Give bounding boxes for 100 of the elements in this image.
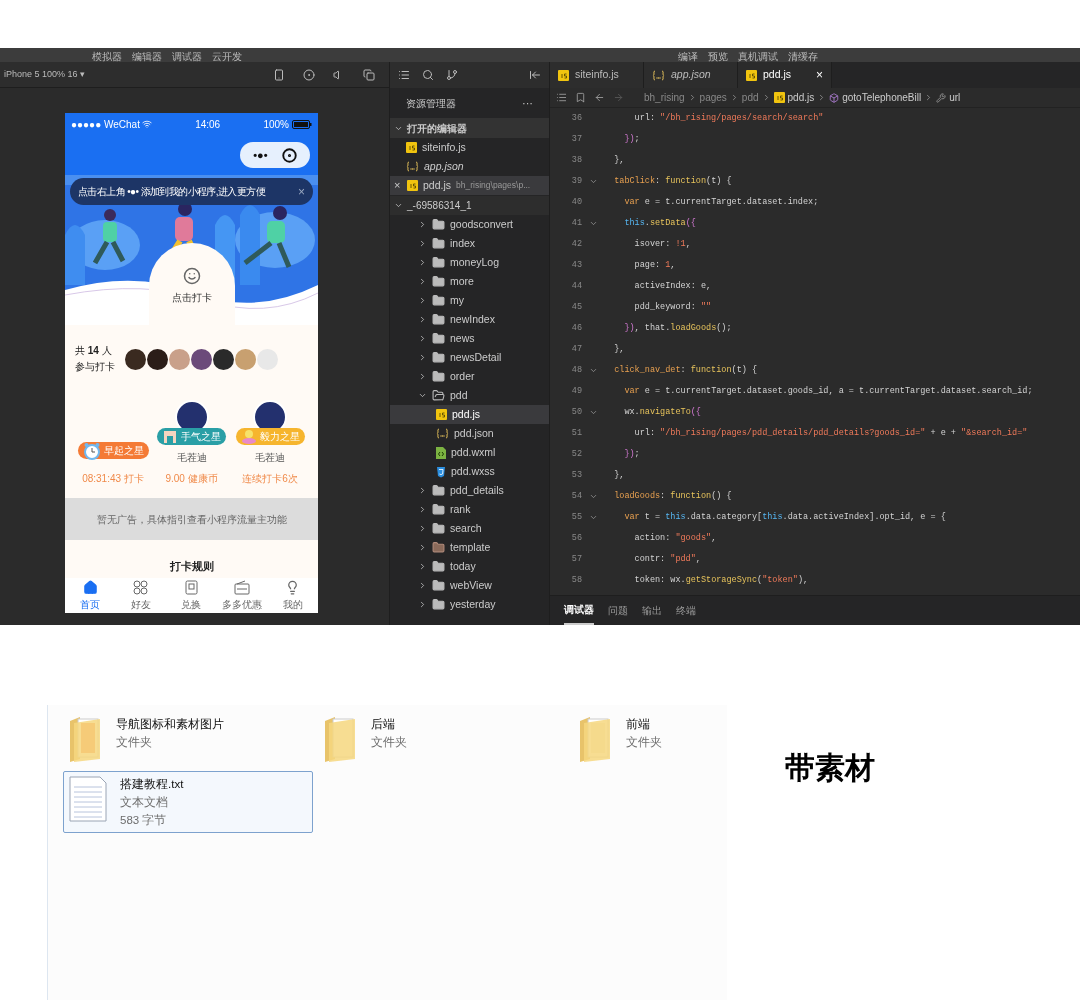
- code-line: }), that.loadGoods();: [623, 322, 732, 335]
- tree-item[interactable]: pdd.js: [390, 405, 549, 424]
- tree-item[interactable]: more: [390, 272, 549, 291]
- tree-item[interactable]: order: [390, 367, 549, 386]
- tree-item[interactable]: newIndex: [390, 310, 549, 329]
- close-editor-button[interactable]: ×: [394, 177, 402, 194]
- breadcrumb-item[interactable]: bh_rising: [644, 90, 685, 105]
- capsule-menu-button[interactable]: •●•: [240, 142, 310, 168]
- text-document-icon: [68, 775, 108, 823]
- chevron-icon: [418, 486, 427, 495]
- folder-icon: [432, 389, 445, 402]
- bookmark-icon[interactable]: [575, 92, 586, 103]
- tree-item[interactable]: template: [390, 538, 549, 557]
- file-item[interactable]: 后端 文件夹: [318, 711, 568, 767]
- tree-item[interactable]: goodsconvert: [390, 215, 549, 234]
- phone-icon[interactable]: [273, 68, 285, 81]
- section-header[interactable]: _-69586314_1: [390, 196, 549, 215]
- battery-label: 100%: [263, 117, 289, 132]
- file-item[interactable]: 导航图标和素材图片 文件夹: [63, 711, 313, 767]
- menu-item[interactable]: 编译: [678, 52, 698, 62]
- open-editor-item[interactable]: app.json: [390, 157, 549, 176]
- code-line: this.setData({: [623, 217, 696, 230]
- tree-item[interactable]: pdd.json: [390, 424, 549, 443]
- tab-bar-item[interactable]: 首页: [65, 579, 116, 612]
- line-number: 58: [570, 574, 582, 587]
- panel-tab[interactable]: 终端: [676, 597, 696, 624]
- tab-label: pdd.js: [763, 67, 792, 83]
- tree-item[interactable]: index: [390, 234, 549, 253]
- panel-tab[interactable]: 输出: [642, 597, 662, 624]
- tab-bar-item[interactable]: 我的: [267, 579, 318, 612]
- file-path: bh_rising\pages\p...: [456, 179, 531, 192]
- record-icon[interactable]: [303, 68, 315, 81]
- tab-bar-item[interactable]: 多多优惠: [216, 579, 268, 612]
- code-line: wx.navigateTo({: [623, 406, 701, 419]
- chevron-icon: [418, 505, 427, 514]
- list-icon[interactable]: [398, 69, 410, 81]
- open-editor-item[interactable]: siteinfo.js: [390, 138, 549, 157]
- menu-item[interactable]: 清缓存: [788, 52, 818, 62]
- editor-tab[interactable]: siteinfo.js: [550, 62, 644, 88]
- editor-tab[interactable]: pdd.js ×: [738, 62, 832, 88]
- tree-item[interactable]: rank: [390, 500, 549, 519]
- fold-chevron-icon[interactable]: [588, 492, 598, 501]
- menu-item[interactable]: 真机调试: [738, 52, 778, 62]
- panel-tab[interactable]: 问题: [608, 597, 628, 624]
- fold-chevron-icon[interactable]: [588, 513, 598, 522]
- line-number: 41: [570, 217, 582, 230]
- breadcrumb-item[interactable]: pdd.js: [787, 90, 815, 105]
- code-line: var e = t.currentTarget.dataset.goods_id, a = t.currentTarget.dataset.search_id;: [623, 385, 1033, 398]
- menu-item[interactable]: 编辑器: [132, 52, 162, 62]
- branch-icon[interactable]: [446, 69, 458, 81]
- tree-item[interactable]: webView: [390, 576, 549, 595]
- flower-icon: [240, 428, 257, 445]
- tree-item[interactable]: my: [390, 291, 549, 310]
- tree-item[interactable]: moneyLog: [390, 253, 549, 272]
- section-header[interactable]: 打开的编辑器: [390, 118, 549, 138]
- folder-icon: [432, 484, 445, 497]
- tree-item[interactable]: news: [390, 329, 549, 348]
- collapse-panel-icon[interactable]: [529, 69, 541, 81]
- close-button[interactable]: ×: [298, 185, 305, 198]
- tree-item[interactable]: pdd: [390, 386, 549, 405]
- menu-item[interactable]: 模拟器: [92, 52, 122, 62]
- fold-chevron-icon[interactable]: [588, 219, 598, 228]
- js-file-icon: [773, 92, 785, 103]
- search-icon[interactable]: [422, 69, 434, 81]
- tree-item[interactable]: pdd.wxml: [390, 443, 549, 462]
- chevron-icon: [418, 334, 427, 343]
- tree-item[interactable]: pdd.wxss: [390, 462, 549, 481]
- file-item[interactable]: 搭建教程.txt 文本文档 583 字节: [63, 771, 313, 833]
- code-line: contr: "pdd",: [633, 553, 701, 566]
- tree-item[interactable]: search: [390, 519, 549, 538]
- folder-icon: [432, 332, 445, 345]
- tree-item[interactable]: today: [390, 557, 549, 576]
- breadcrumb-item[interactable]: url: [949, 90, 961, 105]
- outline-icon[interactable]: [556, 92, 567, 103]
- fold-chevron-icon[interactable]: [588, 177, 598, 186]
- fold-chevron-icon[interactable]: [588, 366, 598, 375]
- open-editor-item[interactable]: × pdd.js bh_rising\pages\p...: [390, 176, 549, 195]
- chevron-icon: [418, 277, 427, 286]
- device-selector[interactable]: iPhone 5 100% 16 ▾: [4, 67, 86, 82]
- back-arrow-icon[interactable]: [594, 92, 605, 103]
- close-tab-button[interactable]: ×: [816, 66, 823, 84]
- breadcrumb-item[interactable]: gotoTelephoneBill: [842, 90, 922, 105]
- breadcrumb-item[interactable]: pdd: [741, 90, 759, 105]
- more-button[interactable]: ···: [522, 94, 533, 112]
- wrench-icon: [936, 92, 947, 103]
- menu-item[interactable]: 云开发: [212, 52, 242, 62]
- editor-tab[interactable]: app.json: [644, 62, 738, 88]
- folder-icon: [432, 579, 445, 592]
- tree-item[interactable]: newsDetail: [390, 348, 549, 367]
- close-target-icon: [281, 147, 297, 163]
- panel-tab[interactable]: 调试器: [564, 596, 594, 625]
- tab-bar-item[interactable]: 兑换: [166, 579, 217, 612]
- fold-chevron-icon[interactable]: [588, 408, 598, 417]
- tab-bar-item[interactable]: 好友: [115, 579, 167, 612]
- tree-item[interactable]: pdd_details: [390, 481, 549, 500]
- menu-item[interactable]: 调试器: [172, 52, 202, 62]
- tree-item[interactable]: yesterday: [390, 595, 549, 614]
- menu-item[interactable]: 预览: [708, 52, 728, 62]
- windows-icon[interactable]: [363, 68, 375, 81]
- breadcrumb-item[interactable]: pages: [699, 90, 727, 105]
